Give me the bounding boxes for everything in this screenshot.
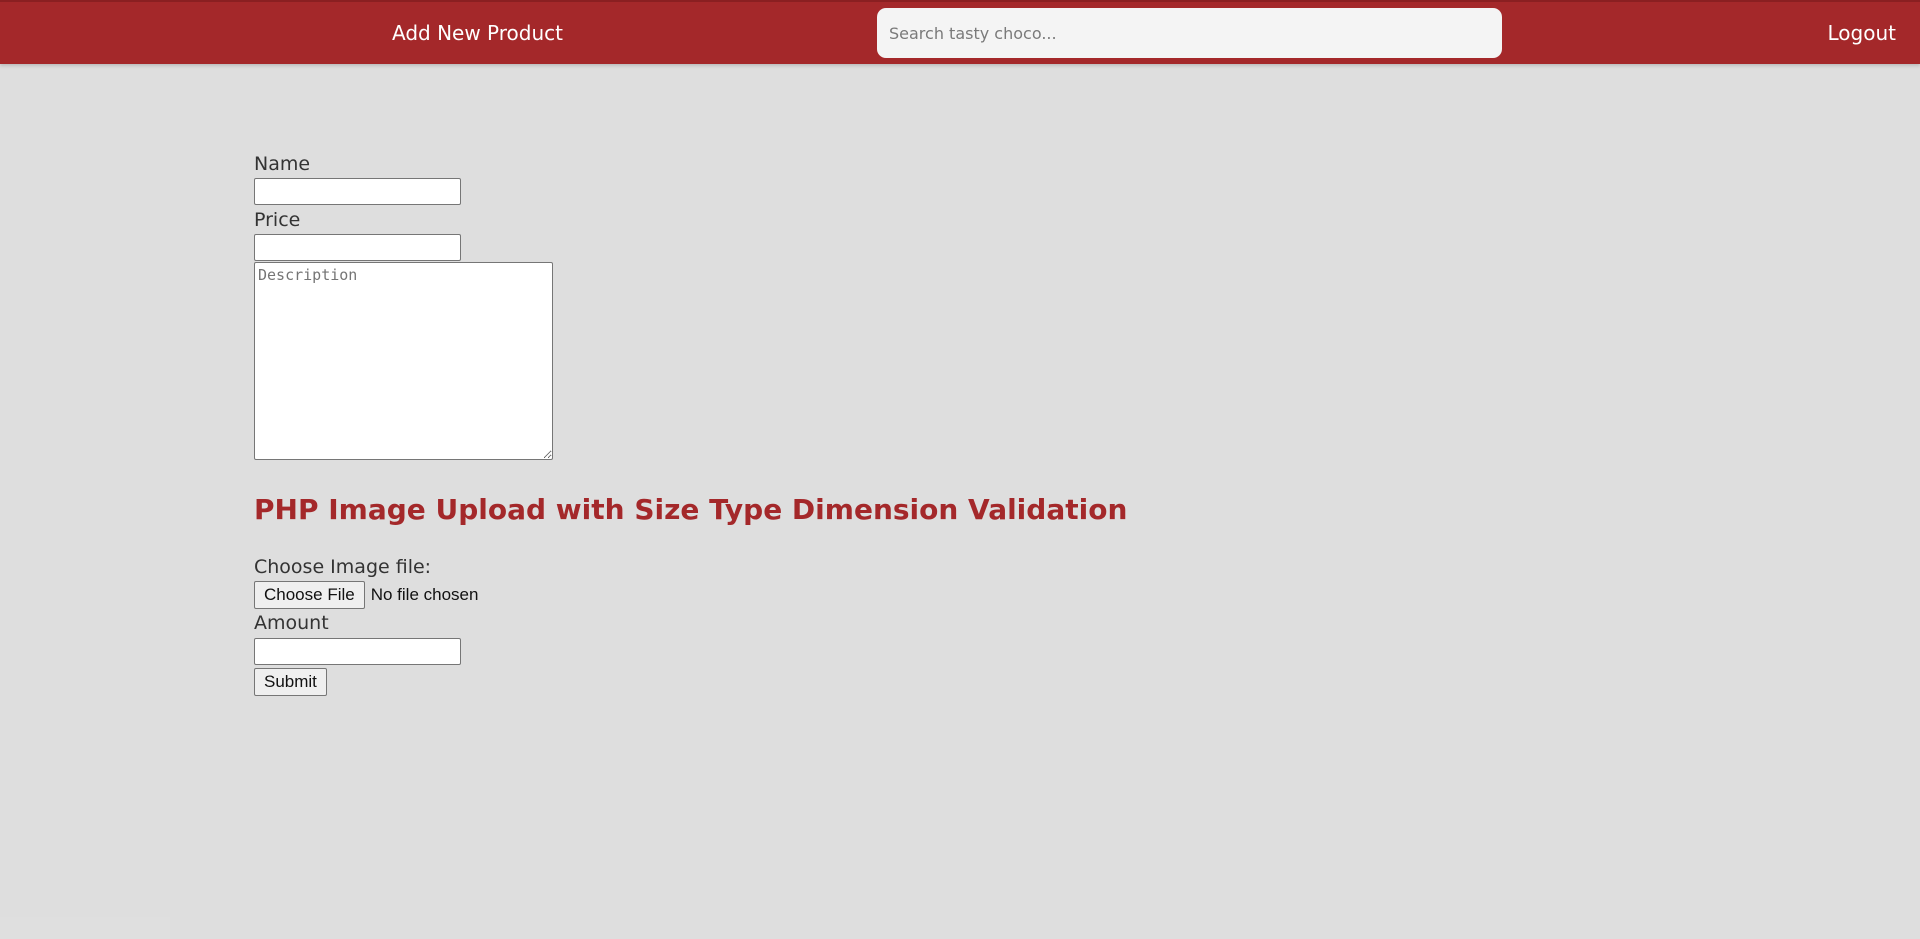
name-input[interactable] xyxy=(254,178,461,205)
price-input[interactable] xyxy=(254,234,461,261)
add-new-product-link[interactable]: Add New Product xyxy=(392,21,563,45)
choose-file-button[interactable]: Choose File xyxy=(254,581,365,609)
name-label: Name xyxy=(254,153,311,175)
price-label: Price xyxy=(254,209,301,231)
image-file-label: Choose Image file: xyxy=(254,556,432,578)
description-textarea[interactable] xyxy=(254,262,553,460)
upload-heading: PHP Image Upload with Size Type Dimensio… xyxy=(254,493,1128,526)
logout-link[interactable]: Logout xyxy=(1828,21,1896,45)
corner-overlay xyxy=(0,917,170,939)
submit-button[interactable]: Submit xyxy=(254,668,327,696)
amount-input[interactable] xyxy=(254,638,461,665)
file-status-text: No file chosen xyxy=(370,585,479,604)
top-navbar: Add New Product Logout xyxy=(0,0,1920,64)
search-input[interactable] xyxy=(877,8,1502,58)
amount-label: Amount xyxy=(254,612,329,634)
image-file-input[interactable]: Choose File No file chosen xyxy=(254,581,478,609)
